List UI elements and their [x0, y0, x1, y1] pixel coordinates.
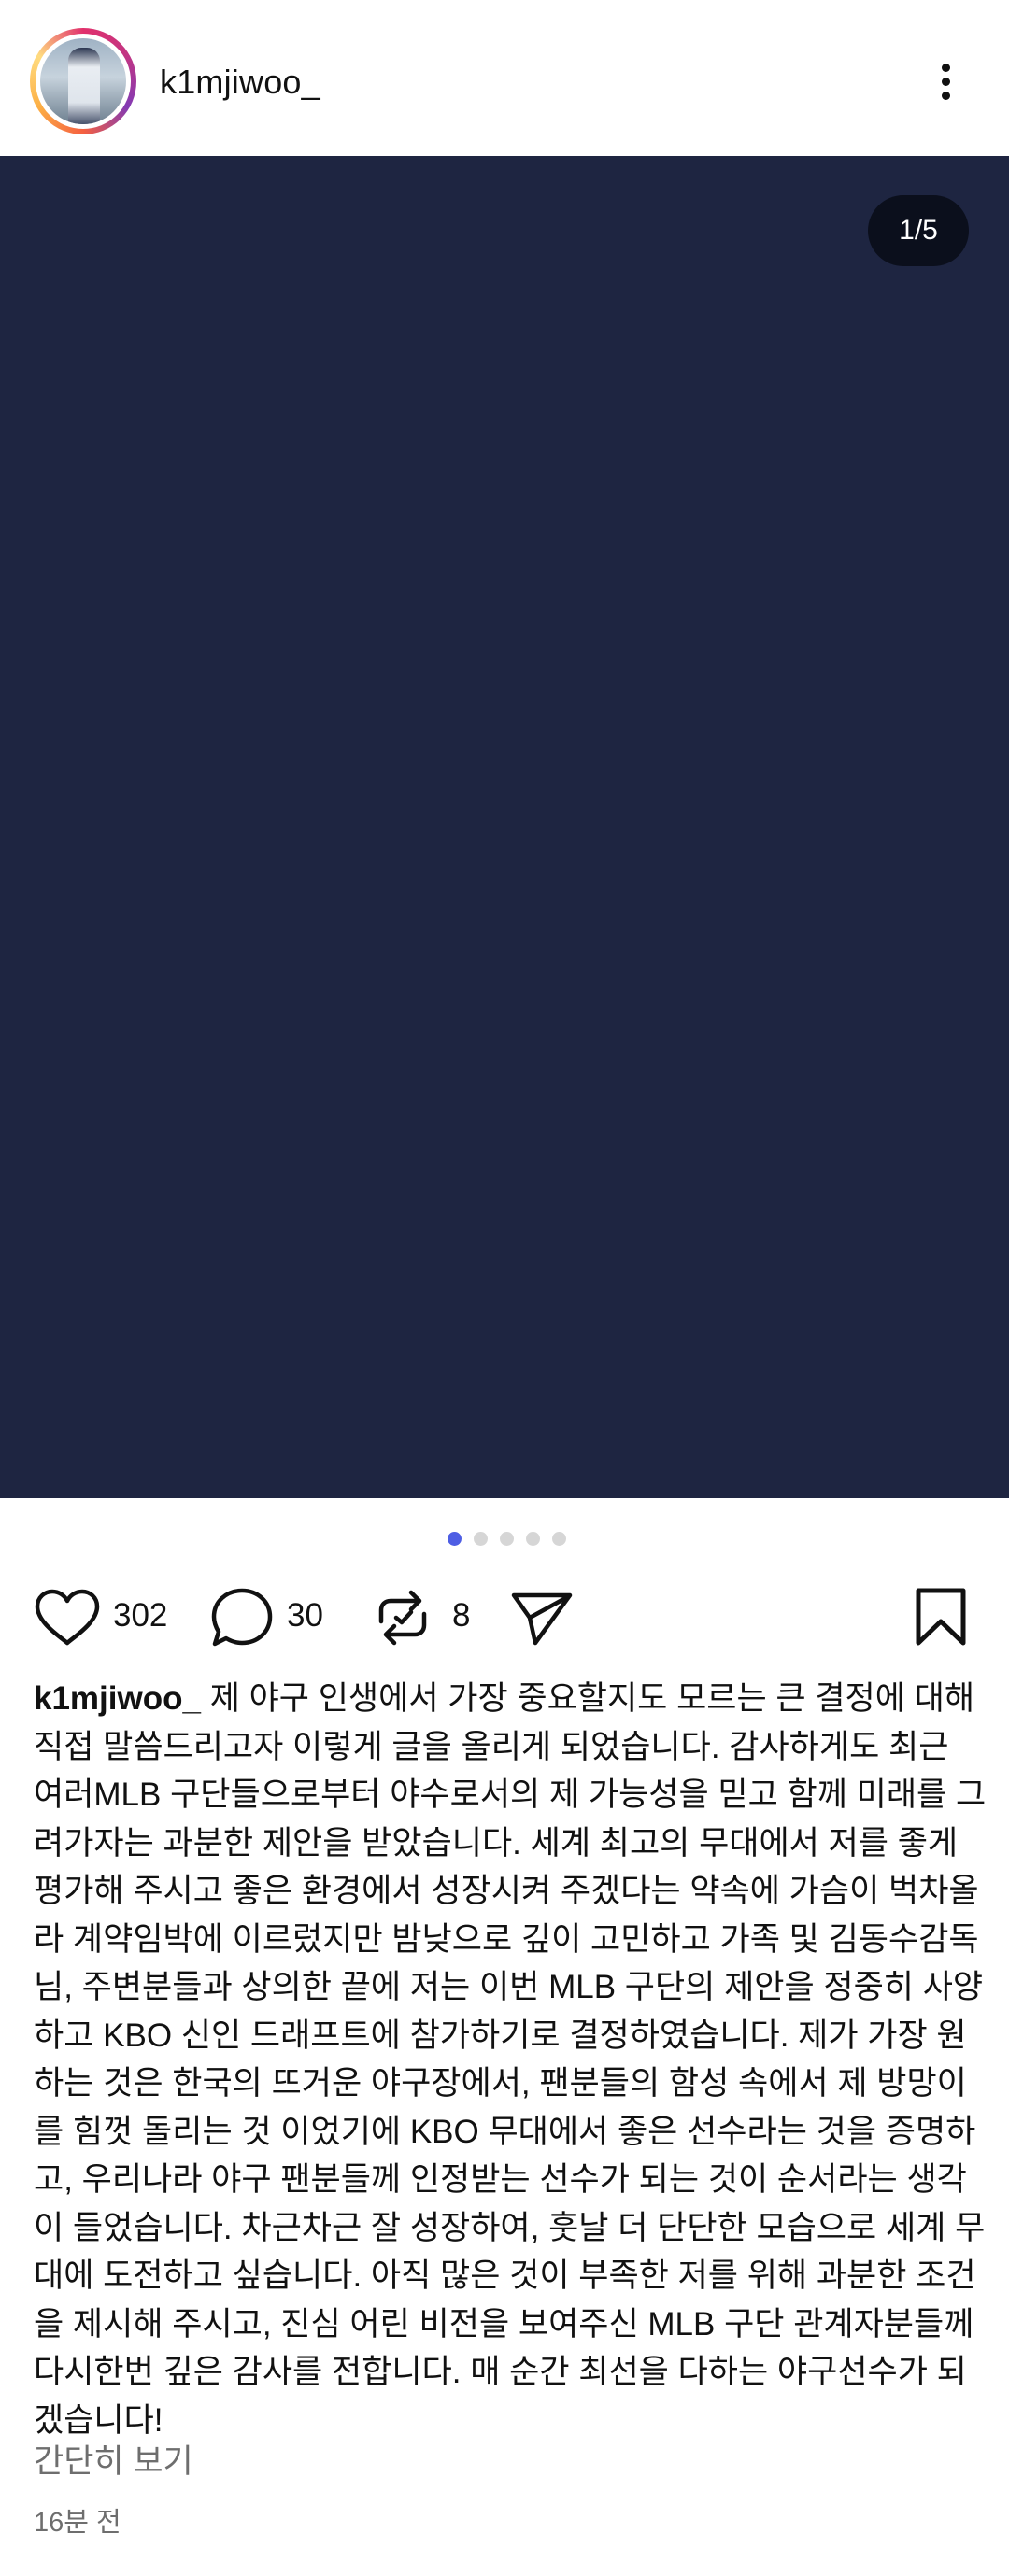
post-caption: k1mjiwoo_ 제 야구 인생에서 가장 중요할지도 모르는 큰 결정에 대… [34, 1675, 987, 2444]
carousel-dot [526, 1532, 540, 1546]
more-dot [942, 78, 950, 86]
carousel-indicator [448, 1532, 569, 1547]
post-media[interactable] [0, 156, 1009, 1498]
bookmark-icon[interactable] [912, 1586, 970, 1648]
repost-count[interactable]: 8 [452, 1597, 470, 1635]
carousel-dot [500, 1532, 514, 1546]
action-bar: 302 30 8 [0, 1578, 1009, 1653]
more-dot [942, 92, 950, 100]
player-figure [68, 48, 100, 124]
post-header: k1mjiwoo_ [0, 0, 1009, 156]
carousel-dot [552, 1532, 566, 1546]
avatar-border [36, 34, 131, 129]
comment-icon[interactable] [209, 1586, 275, 1649]
comment-count[interactable]: 30 [287, 1597, 323, 1635]
post-timestamp: 16분 전 [34, 2508, 121, 2538]
send-icon[interactable] [509, 1588, 575, 1648]
post-author-username[interactable]: k1mjiwoo_ [160, 62, 320, 103]
more-dot [942, 64, 950, 72]
repost-icon[interactable] [372, 1586, 433, 1649]
carousel-dot [474, 1532, 488, 1546]
caption-username[interactable]: k1mjiwoo_ [34, 1680, 201, 1717]
like-count[interactable]: 302 [113, 1597, 167, 1635]
avatar[interactable] [30, 28, 136, 134]
collapse-caption-link[interactable]: 간단히 보기 [34, 2440, 193, 2484]
more-vertical-icon[interactable] [929, 56, 966, 106]
caption-text: 제 야구 인생에서 가장 중요할지도 모르는 큰 결정에 대해 직접 말씀드리고… [34, 1680, 987, 2439]
slide-counter: 1/5 [868, 195, 969, 266]
profile-photo [40, 38, 126, 124]
heart-icon[interactable] [34, 1588, 101, 1648]
carousel-dot-active [448, 1532, 462, 1546]
